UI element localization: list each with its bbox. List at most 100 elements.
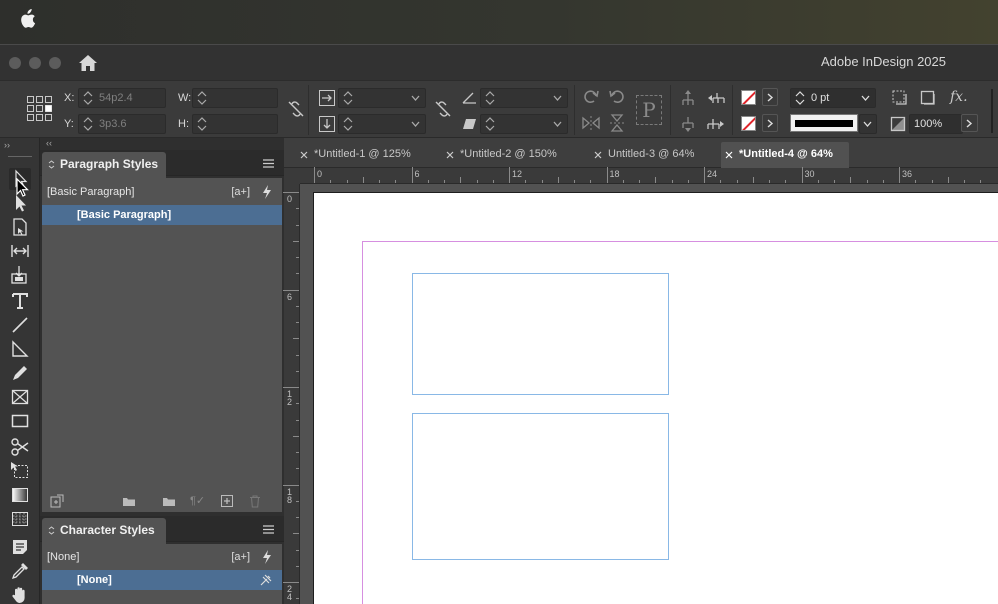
gap-tool[interactable] — [9, 240, 31, 262]
constrain-scale-icon[interactable] — [433, 99, 453, 119]
stroke-type-dropdown[interactable] — [859, 114, 877, 134]
rotate-counterclockwise-icon[interactable] — [607, 87, 627, 107]
panel-collapse-icon[interactable] — [48, 160, 55, 169]
flip-horizontal-icon[interactable] — [581, 113, 601, 133]
scale-x-field[interactable] — [338, 88, 426, 108]
rotate-clockwise-icon[interactable] — [581, 87, 601, 107]
gradient-swatch-tool[interactable] — [9, 484, 31, 506]
x-position-field[interactable]: 54p2.4 — [78, 88, 166, 108]
stroke-weight-field[interactable]: 0 pt — [790, 88, 876, 108]
rotation-angle-field[interactable] — [480, 88, 568, 108]
zoom-window-button[interactable] — [49, 57, 61, 69]
opacity-icon[interactable] — [888, 114, 908, 134]
spinner-icon[interactable] — [83, 117, 93, 131]
create-new-style-icon[interactable] — [220, 494, 234, 508]
spinner-icon[interactable] — [343, 91, 353, 105]
create-style-icon[interactable]: [a+] — [231, 550, 250, 564]
eyedropper-tool[interactable] — [9, 560, 31, 582]
opacity-field[interactable]: 100% — [909, 114, 963, 134]
vertical-ruler[interactable]: 0 6 1 2 1 8 2 4 — [283, 184, 300, 604]
chevron-down-icon[interactable] — [553, 94, 562, 102]
close-icon[interactable] — [300, 151, 308, 159]
gradient-feather-tool[interactable] — [9, 508, 31, 530]
horizontal-ruler[interactable]: 0612182430364 — [300, 167, 998, 184]
chevron-down-icon[interactable] — [411, 120, 420, 128]
folder-icon[interactable] — [162, 494, 176, 508]
free-transform-tool[interactable] — [9, 460, 31, 482]
rotation-angle-icon[interactable] — [460, 88, 480, 108]
lightning-bolt-icon[interactable] — [262, 185, 272, 199]
text-frame[interactable] — [412, 273, 669, 395]
minimize-window-button[interactable] — [29, 57, 41, 69]
scissors-tool[interactable] — [9, 436, 31, 458]
tools-panel-grip[interactable]: ›› — [4, 141, 14, 150]
character-styles-tab[interactable]: Character Styles — [42, 518, 166, 544]
flip-vertical-icon[interactable] — [607, 113, 627, 133]
document-page[interactable] — [313, 192, 998, 604]
rectangle-tool[interactable] — [9, 410, 31, 432]
frame-fitting-icon[interactable] — [918, 88, 938, 108]
scale-x-icon[interactable] — [317, 88, 337, 108]
pencil-tool[interactable] — [9, 362, 31, 384]
hamburger-menu-icon[interactable] — [263, 525, 274, 534]
document-tab-untitled-4[interactable]: *Untitled-4 @ 64% — [721, 142, 849, 168]
p-icon[interactable]: P — [636, 95, 662, 125]
spinner-icon[interactable] — [197, 91, 207, 105]
pen-tool[interactable] — [9, 338, 31, 360]
spinner-icon[interactable] — [197, 117, 207, 131]
hamburger-menu-icon[interactable] — [263, 159, 274, 168]
content-collector-tool[interactable] — [9, 264, 31, 286]
hand-tool[interactable] — [9, 584, 31, 604]
paragraph-styles-tab[interactable]: Paragraph Styles — [42, 152, 166, 178]
panel-collapse-icon[interactable] — [48, 526, 55, 535]
ruler-origin[interactable] — [284, 168, 300, 184]
opacity-menu-button[interactable] — [961, 114, 978, 132]
select-content-icon[interactable] — [678, 114, 698, 134]
character-style-item[interactable]: [None] — [42, 570, 282, 590]
scale-y-field[interactable] — [338, 114, 426, 134]
select-next-object-icon[interactable] — [706, 114, 726, 134]
tools-icon[interactable] — [260, 573, 272, 587]
pasteboard[interactable] — [300, 184, 998, 604]
lightning-bolt-icon[interactable] — [262, 550, 272, 564]
stroke-swatch-none[interactable] — [741, 116, 756, 131]
scale-y-icon[interactable] — [317, 114, 337, 134]
new-style-group-icon[interactable] — [122, 494, 136, 508]
chevron-down-icon[interactable] — [411, 94, 420, 102]
select-container-icon[interactable] — [678, 88, 698, 108]
clear-overrides-icon[interactable]: ¶✓ — [190, 494, 212, 508]
text-frame[interactable] — [412, 413, 669, 560]
document-tab-untitled-3[interactable]: Untitled-3 @ 64% — [590, 142, 720, 168]
constrain-proportions-icon[interactable] — [286, 99, 306, 119]
close-window-button[interactable] — [9, 57, 21, 69]
document-tab-untitled-1[interactable]: *Untitled-1 @ 125% — [296, 142, 432, 168]
spinner-icon[interactable] — [83, 91, 93, 105]
fill-swatch-none[interactable] — [741, 90, 756, 105]
drop-shadow-icon[interactable] — [890, 88, 910, 108]
stroke-swatch-menu-button[interactable] — [762, 114, 778, 132]
home-icon[interactable] — [78, 53, 98, 73]
width-field[interactable] — [192, 88, 278, 108]
create-style-icon[interactable]: [a+] — [231, 185, 250, 199]
chevron-down-icon[interactable] — [861, 94, 870, 102]
paragraph-default-style-row[interactable]: [Basic Paragraph] [a+] — [42, 182, 282, 202]
load-styles-icon[interactable] — [50, 494, 64, 508]
line-tool[interactable] — [9, 314, 31, 336]
close-icon[interactable] — [725, 151, 733, 159]
select-previous-object-icon[interactable] — [706, 88, 726, 108]
shear-angle-field[interactable] — [480, 114, 568, 134]
trash-icon[interactable] — [248, 494, 262, 508]
spinner-icon[interactable] — [485, 91, 495, 105]
page-tool[interactable] — [9, 216, 31, 238]
close-icon[interactable] — [446, 151, 454, 159]
paragraph-style-item[interactable]: [Basic Paragraph] — [42, 205, 282, 225]
spinner-icon[interactable] — [485, 117, 495, 131]
dock-collapse-grip[interactable]: ‹‹ — [46, 139, 52, 148]
effects-fx-icon[interactable]: fx. — [950, 89, 968, 105]
character-default-style-row[interactable]: [None] [a+] — [42, 547, 282, 567]
rectangle-frame-tool[interactable] — [9, 386, 31, 408]
apple-logo-icon[interactable] — [18, 9, 36, 29]
close-icon[interactable] — [594, 151, 602, 159]
type-tool[interactable] — [9, 290, 31, 312]
note-tool[interactable] — [9, 536, 31, 558]
